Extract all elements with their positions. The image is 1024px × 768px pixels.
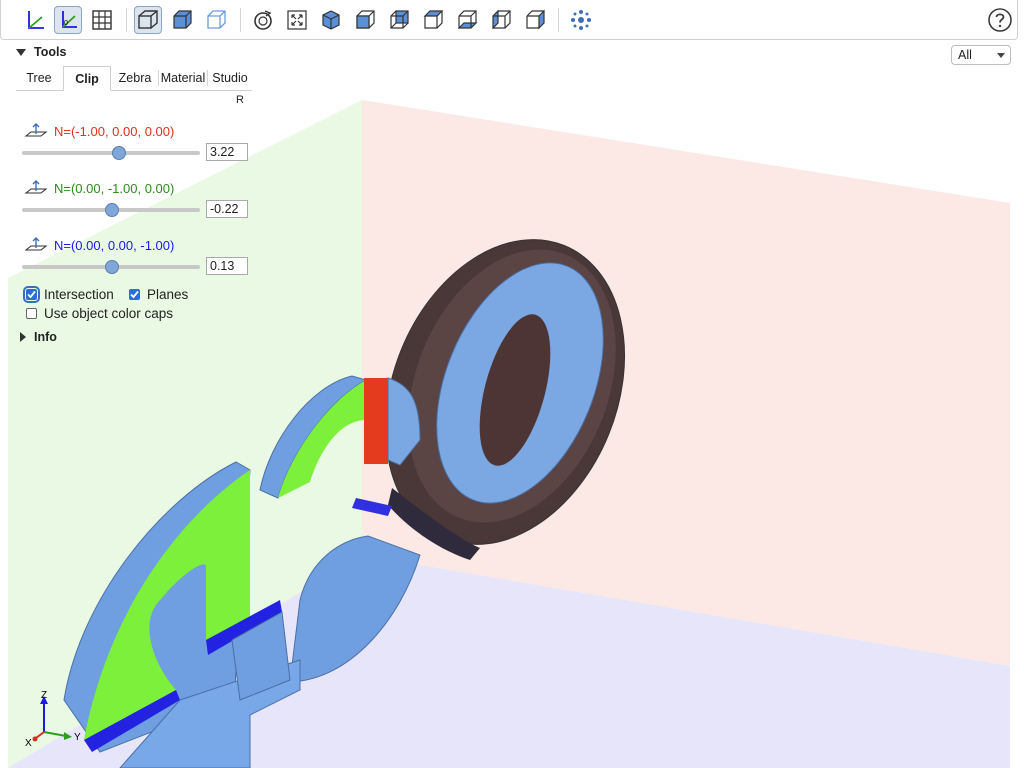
caps-label: Use object color caps — [44, 306, 174, 321]
clip-plane-icon[interactable] — [24, 122, 48, 140]
help-icon[interactable] — [987, 7, 1013, 33]
svg-text:0: 0 — [64, 20, 68, 27]
info-label: Info — [34, 330, 57, 344]
clip-plane-icon[interactable] — [24, 179, 48, 197]
clip-plane-1: N=(-1.00, 0.00, 0.00) 3.22 — [22, 122, 262, 166]
grid-icon[interactable] — [88, 6, 116, 34]
axes-triad: Z Y X — [25, 690, 81, 749]
perspective-icon[interactable] — [134, 6, 162, 34]
clip-normal-label: N=(0.00, -1.00, 0.00) — [54, 181, 175, 196]
tab-bar: Tree Clip Zebra Material Studio — [16, 66, 252, 91]
triad-x-label: X — [25, 738, 32, 749]
planes-checkbox-row[interactable]: Planes — [129, 287, 188, 302]
clip-value-input[interactable]: 0.13 — [206, 257, 248, 275]
clip-normal-label: N=(0.00, 0.00, -1.00) — [54, 238, 175, 253]
clip-slider-handle[interactable] — [105, 260, 119, 274]
axes-origin-icon[interactable]: 0 — [54, 6, 82, 34]
tab-zebra[interactable]: Zebra — [112, 66, 158, 90]
chevron-down-icon — [997, 53, 1005, 58]
top-view-icon[interactable] — [419, 6, 447, 34]
clip-value-input[interactable]: -0.22 — [206, 200, 248, 218]
triad-z-label: Z — [41, 690, 47, 701]
clip-slider-handle[interactable] — [112, 146, 126, 160]
tab-tree[interactable]: Tree — [16, 66, 62, 90]
caps-checkbox[interactable] — [26, 308, 37, 319]
wireframe-cube-icon[interactable] — [202, 6, 230, 34]
clip-slider-track[interactable] — [22, 151, 200, 155]
tab-material[interactable]: Material — [159, 66, 207, 90]
reset-view-icon[interactable] — [249, 6, 277, 34]
clip-value-input[interactable]: 3.22 — [206, 143, 248, 161]
caps-checkbox-row[interactable]: Use object color caps — [26, 306, 173, 321]
explode-icon[interactable] — [567, 6, 595, 34]
clip-plane-icon[interactable] — [24, 236, 48, 254]
clip-plane-2: N=(0.00, -1.00, 0.00) -0.22 — [22, 179, 262, 223]
intersection-checkbox[interactable] — [23, 286, 40, 303]
intersection-label: Intersection — [44, 287, 114, 302]
planes-label: Planes — [147, 287, 189, 302]
iso-view-icon[interactable] — [317, 6, 345, 34]
3d-viewport[interactable] — [0, 0, 1024, 768]
right-view-icon[interactable] — [521, 6, 549, 34]
clip-slider-handle[interactable] — [105, 203, 119, 217]
tools-section-header[interactable]: Tools — [14, 42, 66, 62]
planes-checkbox[interactable] — [129, 289, 140, 300]
r-label[interactable]: R — [236, 94, 244, 106]
front-view-icon[interactable] — [351, 6, 379, 34]
info-section-header[interactable]: Info — [16, 327, 57, 347]
view-select-value: All — [958, 48, 972, 62]
rear-view-icon[interactable] — [385, 6, 413, 34]
solid-cube-icon[interactable] — [168, 6, 196, 34]
clip-plane-3: N=(0.00, 0.00, -1.00) 0.13 — [22, 236, 262, 280]
view-select[interactable]: All — [951, 45, 1011, 65]
expand-triangle-icon — [20, 332, 26, 342]
axes-icon[interactable] — [21, 6, 49, 34]
tab-studio[interactable]: Studio — [208, 66, 252, 90]
bottom-view-icon[interactable] — [453, 6, 481, 34]
collapse-triangle-icon — [16, 48, 26, 56]
intersection-checkbox-row[interactable]: Intersection — [23, 286, 114, 303]
triad-y-label: Y — [74, 732, 81, 743]
fit-view-icon[interactable] — [283, 6, 311, 34]
clip-normal-label: N=(-1.00, 0.00, 0.00) — [54, 124, 175, 139]
tab-clip[interactable]: Clip — [63, 66, 111, 91]
toolbar: 0 — [0, 0, 1018, 40]
tools-label: Tools — [34, 45, 67, 59]
left-view-icon[interactable] — [487, 6, 515, 34]
